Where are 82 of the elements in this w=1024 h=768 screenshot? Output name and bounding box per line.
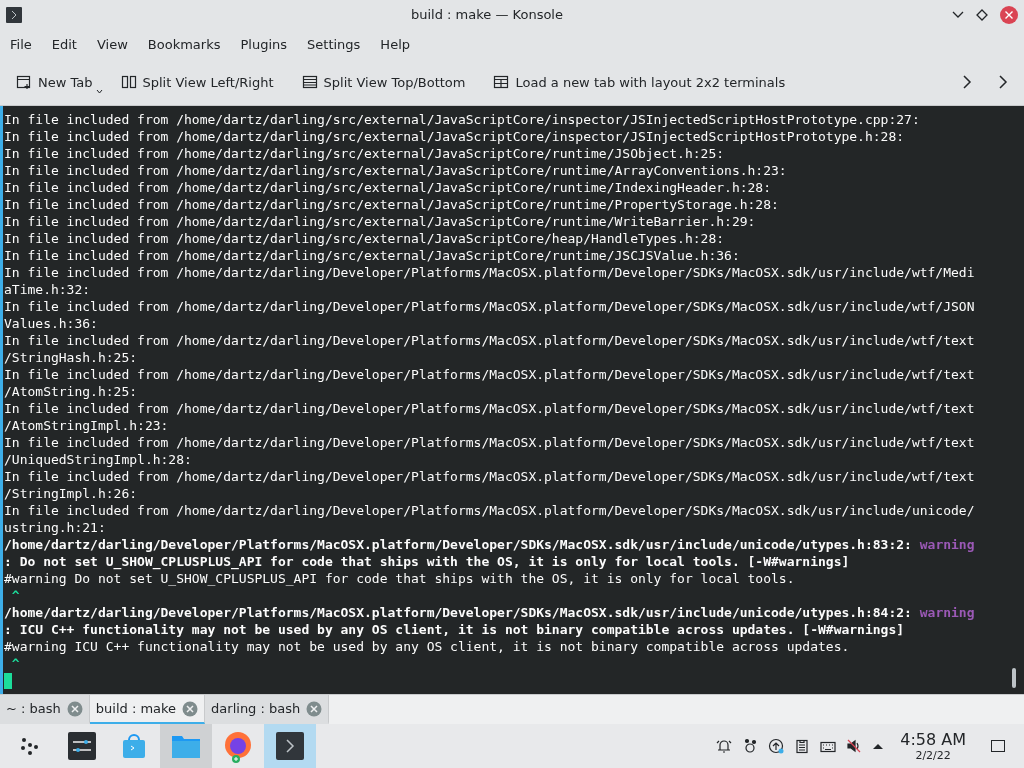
terminal-line: /UniquedStringImpl.h:28: bbox=[4, 451, 193, 468]
close-tab-icon[interactable] bbox=[66, 700, 83, 717]
terminal-line: In file included from /home/dartz/darling/src/external/JavaScriptCore/inspector/JSInjectedScriptHostPrototype.cpp:27: bbox=[4, 111, 921, 128]
terminal-line: In file included from /home/dartz/darling/Developer/Platforms/MacOSX.platform/Developer/SDKs/MacOSX.sdk/usr/include/wtf/text bbox=[4, 434, 976, 451]
tab[interactable]: ~ : bash bbox=[0, 695, 90, 724]
browser-icon bbox=[222, 729, 254, 763]
sliders-icon bbox=[68, 732, 96, 760]
terminal-line: In file included from /home/dartz/darling/src/external/JavaScriptCore/runtime/PropertyStorage.h:28: bbox=[4, 196, 780, 213]
file-location: /home/dartz/darling/Developer/Platforms/MacOSX.platform/Developer/SDKs/MacOSX.sdk/usr/include/unicode/utypes.h:83:2: bbox=[4, 537, 912, 552]
close-icon[interactable] bbox=[1000, 5, 1018, 24]
toolbar-button[interactable]: Load a new tab with layout 2x2 terminals bbox=[487, 70, 792, 94]
chevron-right-icon[interactable] bbox=[998, 74, 1008, 90]
terminal-line: Values.h:36: bbox=[4, 315, 99, 332]
terminal-line: /AtomStringImpl.h:23: bbox=[4, 417, 170, 434]
terminal-line: In file included from /home/dartz/darling/Developer/Platforms/MacOSX.platform/Developer/SDKs/MacOSX.sdk/usr/include/wtf/text bbox=[4, 332, 976, 349]
terminal-line: /StringImpl.h:26: bbox=[4, 485, 139, 502]
menu-item[interactable]: Edit bbox=[43, 32, 85, 56]
terminal-line: In file included from /home/dartz/darling/Developer/Platforms/MacOSX.platform/Developer/SDKs/MacOSX.sdk/usr/include/wtf/Medi bbox=[4, 264, 976, 281]
close-tab-icon[interactable] bbox=[306, 700, 323, 717]
network-icon bbox=[742, 738, 759, 754]
menu-item[interactable]: Plugins bbox=[232, 32, 296, 56]
window-title: build : make — Konsole bbox=[410, 7, 564, 22]
terminal-line: In file included from /home/dartz/darling/src/external/JavaScriptCore/runtime/JSObject.h:25: bbox=[4, 145, 726, 162]
terminal-line: In file included from /home/dartz/darling/src/external/JavaScriptCore/heap/HandleTypes.h:28: bbox=[4, 230, 726, 247]
warning-label: warning bbox=[919, 605, 975, 620]
terminal-line: In file included from /home/dartz/darling/src/external/JavaScriptCore/runtime/WriteBarrier.h:29: bbox=[4, 213, 757, 230]
terminal-area[interactable] bbox=[0, 106, 1024, 694]
terminal-line: In file included from /home/dartz/darling/Developer/Platforms/MacOSX.platform/Developer/SDKs/MacOSX.sdk/usr/include/wtf/text bbox=[4, 468, 976, 485]
new-tab-icon bbox=[16, 74, 32, 90]
maximize-icon[interactable] bbox=[976, 8, 988, 21]
chevron-right-icon[interactable] bbox=[962, 74, 972, 90]
terminal-line: In file included from /home/dartz/darling/src/external/JavaScriptCore/runtime/ArrayConventions.h:23: bbox=[4, 162, 788, 179]
terminal-line: In file included from /home/dartz/darling/Developer/Platforms/MacOSX.platform/Developer/SDKs/MacOSX.sdk/usr/include/wtf/JSON bbox=[4, 298, 976, 315]
terminal-line: : Do not set U_SHOW_CPLUSPLUS_API for code that ships with the OS, it is only for local tools. [-W#warnings] bbox=[4, 553, 851, 570]
text-cursor bbox=[4, 673, 12, 689]
terminal-line: #warning Do not set U_SHOW_CPLUSPLUS_API for code that ships with the OS, it is only for local tools. bbox=[4, 570, 796, 587]
bell-icon bbox=[716, 738, 733, 754]
clock-date: 2/2/22 bbox=[915, 749, 951, 762]
tab[interactable]: build : make bbox=[89, 695, 206, 724]
show-desktop-icon[interactable] bbox=[990, 738, 1006, 754]
warning-label: warning bbox=[919, 537, 975, 552]
dropdown-caret-icon[interactable] bbox=[95, 89, 103, 94]
terminal-line: aTime.h:32: bbox=[4, 281, 92, 298]
terminal-line: In file included from /home/dartz/darling/Developer/Platforms/MacOSX.platform/Developer/SDKs/MacOSX.sdk/usr/include/wtf/text bbox=[4, 400, 976, 417]
terminal-line: In file included from /home/dartz/darling/src/external/JavaScriptCore/runtime/IndexingHeader.h:28: bbox=[4, 179, 772, 196]
terminal-line: In file included from /home/dartz/darling/Developer/Platforms/MacOSX.platform/Developer/SDKs/MacOSX.sdk/usr/include/wtf/text bbox=[4, 366, 976, 383]
shopping-bag-icon bbox=[120, 732, 148, 760]
close-tab-icon[interactable] bbox=[182, 700, 199, 717]
terminal-icon bbox=[276, 732, 304, 760]
terminal-line: In file included from /home/dartz/darling/src/external/JavaScriptCore/inspector/JSInjectedScriptHostPrototype.h:28: bbox=[4, 128, 906, 145]
menu-item[interactable]: File bbox=[2, 32, 40, 56]
taskbar-item[interactable] bbox=[264, 724, 316, 768]
terminal-line: /StringHash.h:25: bbox=[4, 349, 139, 366]
toolbar-button[interactable]: New Tab bbox=[10, 70, 99, 94]
update-icon bbox=[768, 738, 785, 754]
speaker-muted-icon bbox=[846, 738, 863, 754]
terminal-app-icon bbox=[6, 6, 22, 23]
terminal-line: In file included from /home/dartz/darling/src/external/JavaScriptCore/runtime/JSCJSValue.h:36: bbox=[4, 247, 741, 264]
minimize-icon[interactable] bbox=[952, 10, 964, 19]
tab[interactable]: darling : bash bbox=[205, 695, 330, 724]
menu-item[interactable]: Bookmarks bbox=[139, 32, 229, 56]
caret-marker: ^ bbox=[10, 655, 21, 672]
file-location: /home/dartz/darling/Developer/Platforms/MacOSX.platform/Developer/SDKs/MacOSX.sdk/usr/include/unicode/utypes.h:84:2: bbox=[4, 605, 912, 620]
terminal-line: In file included from /home/dartz/darling/Developer/Platforms/MacOSX.platform/Developer/SDKs/MacOSX.sdk/usr/include/unicode/ bbox=[4, 502, 976, 519]
menu-item[interactable]: Settings bbox=[299, 32, 369, 56]
columns-icon bbox=[120, 74, 137, 90]
grid-icon bbox=[493, 74, 510, 90]
caret-marker: ^ bbox=[10, 587, 21, 604]
terminal-line: #warning ICU C++ functionality may not be used by any OS client, it is not binary compatible across updates. bbox=[4, 638, 851, 655]
folder-icon bbox=[171, 733, 201, 759]
clock-time: 4:58 AM bbox=[900, 730, 966, 749]
menu-item[interactable]: Help bbox=[372, 32, 418, 56]
toolbar-button[interactable]: Split View Top/Bottom bbox=[295, 70, 472, 94]
terminal-line: /AtomString.h:25: bbox=[4, 383, 139, 400]
rows-icon bbox=[301, 74, 318, 90]
terminal-line: : ICU C++ functionality may not be used by any OS client, it is not binary compatible across updates. [-W#warnings] bbox=[4, 621, 906, 638]
menu-item[interactable]: View bbox=[88, 32, 136, 56]
expand-arrow-icon[interactable] bbox=[872, 742, 885, 750]
toolbar-button[interactable]: Split View Left/Right bbox=[114, 70, 280, 94]
scrollbar-handle[interactable] bbox=[1012, 668, 1016, 688]
terminal-line: ustring.h:21: bbox=[4, 519, 107, 536]
clipboard-icon bbox=[794, 738, 811, 754]
